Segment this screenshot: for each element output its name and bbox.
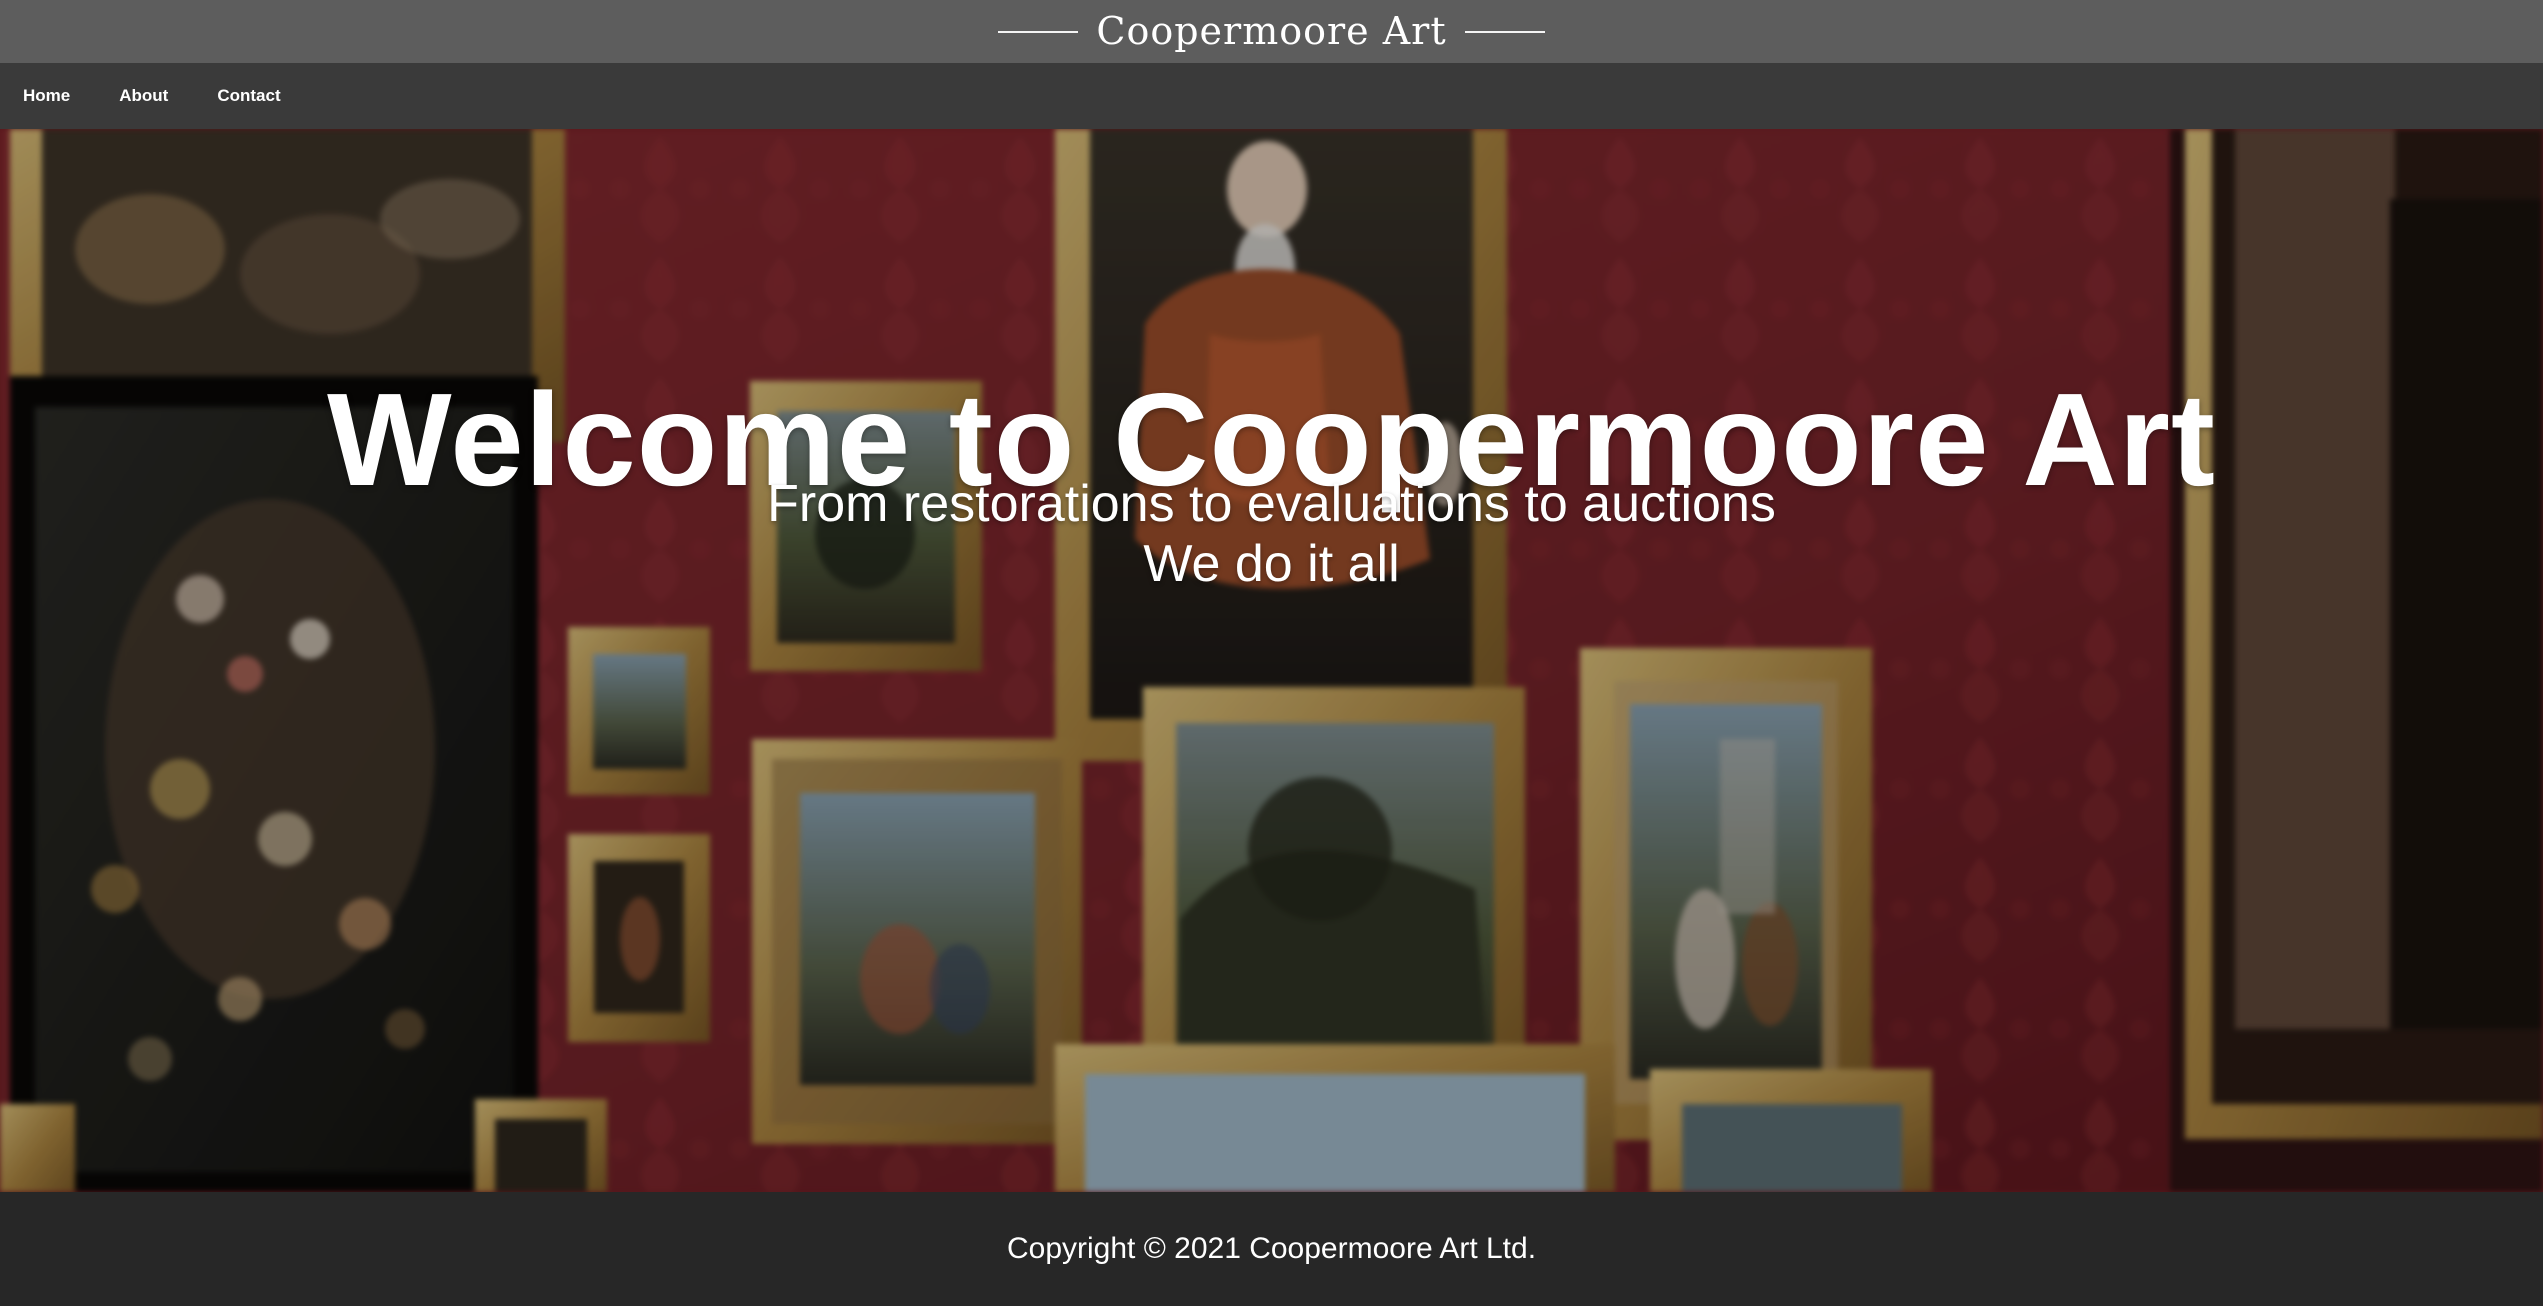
- hero-subtitle: From restorations to evaluations to auct…: [0, 474, 2543, 594]
- copyright-text: Copyright © 2021 Coopermoore Art Ltd.: [1006, 1232, 1537, 1265]
- hero-subtitle-line-2: We do it all: [1143, 535, 1400, 593]
- brand-right-rule: [1464, 30, 1545, 33]
- brand-header: Coopermoore Art: [0, 0, 2543, 63]
- brand-title: Coopermoore Art: [1096, 9, 1447, 53]
- nav-contact-link[interactable]: Contact: [217, 63, 280, 129]
- brand-left-rule: [998, 30, 1079, 33]
- main-navigation: Home About Contact: [0, 63, 2543, 129]
- nav-home-link[interactable]: Home: [23, 63, 70, 129]
- page: Coopermoore Art Home About Contact Welco…: [0, 0, 2543, 1306]
- hero-section: Welcome to Coopermoore Art From restorat…: [0, 129, 2543, 1192]
- site-footer: Copyright © 2021 Coopermoore Art Ltd.: [0, 1192, 2543, 1306]
- nav-about-link[interactable]: About: [119, 63, 168, 129]
- hero-subtitle-line-1: From restorations to evaluations to auct…: [767, 475, 1776, 533]
- hero-overlay: [0, 129, 2543, 1192]
